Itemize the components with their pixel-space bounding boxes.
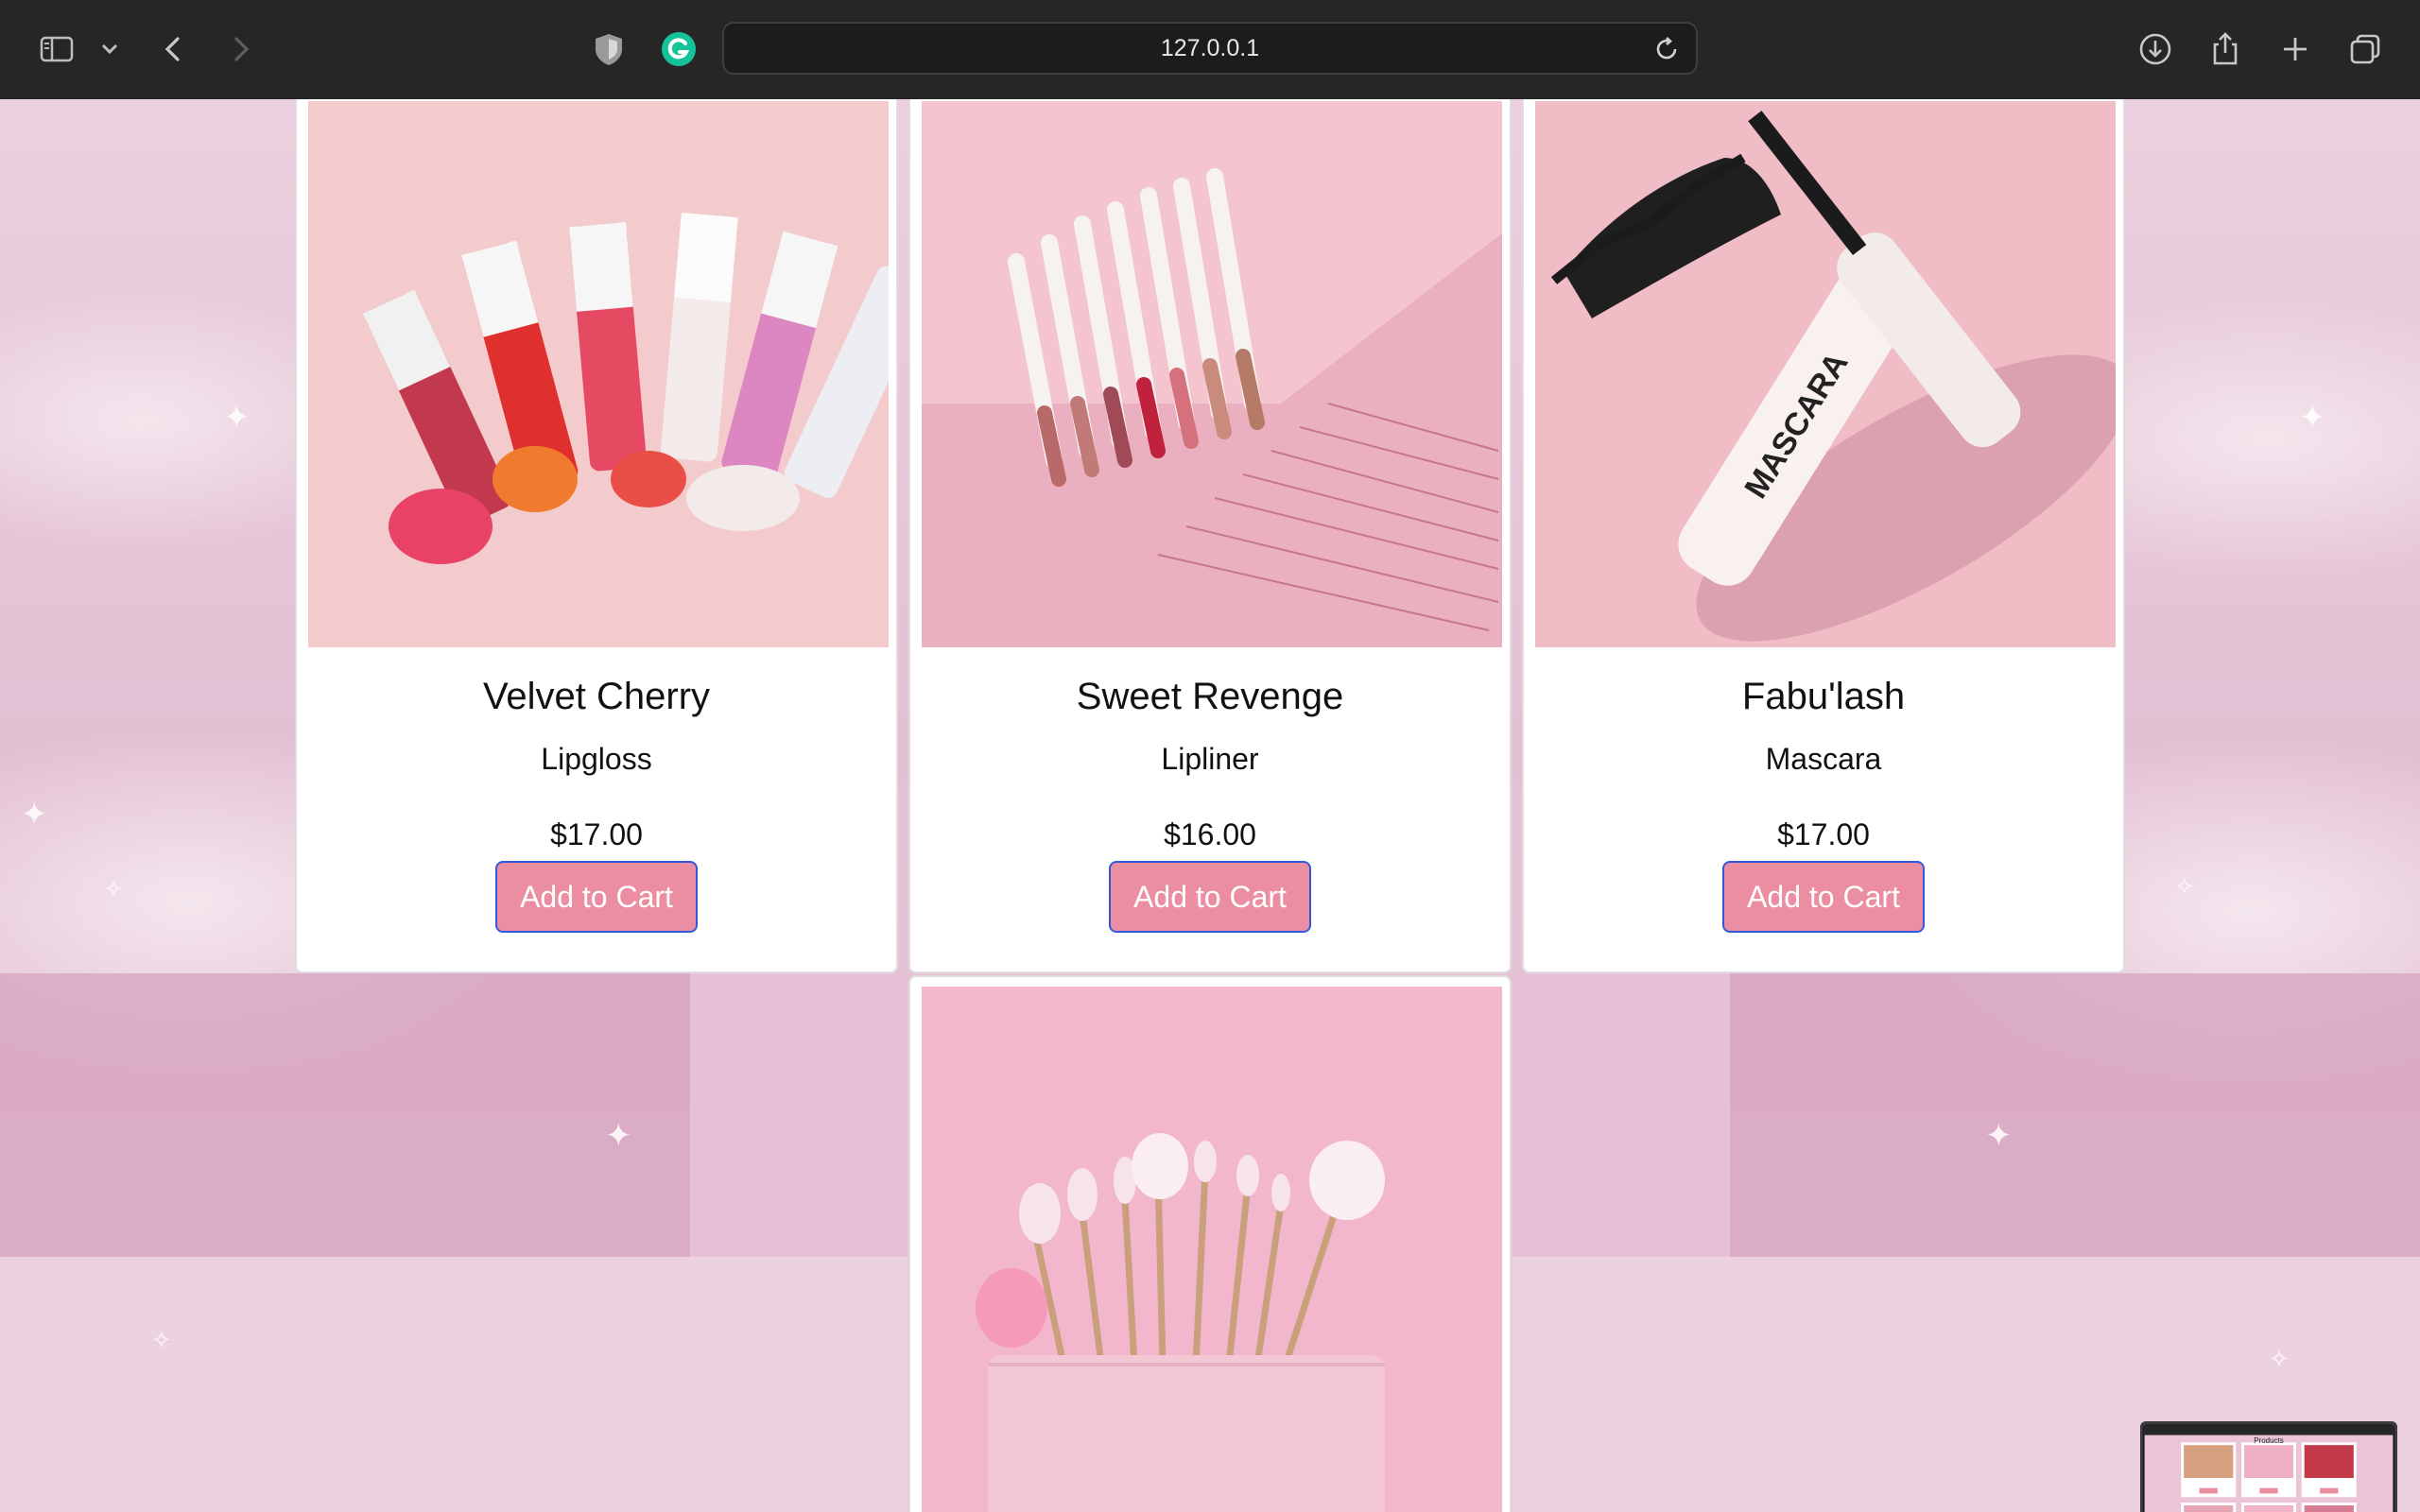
product-card xyxy=(908,975,1512,1512)
sparkle-icon: ✦ xyxy=(605,1118,632,1154)
sparkle-icon: ✦ xyxy=(2299,400,2326,436)
sparkle-icon: ✦ xyxy=(21,797,48,833)
product-card: Sweet Revenge Lipliner $16.00 Add to Car… xyxy=(908,99,1512,973)
sparkle-icon: ✧ xyxy=(2174,872,2195,901)
page-background: ✦ ✦ ✧ ✦ ✦ ✦ ✧ ✧ ✧ Velvet Cherry Lipgloss… xyxy=(0,99,2420,1512)
lipliner-pencils-photo[interactable] xyxy=(922,101,1502,647)
product-name: Velvet Cherry xyxy=(482,676,711,717)
share-icon[interactable] xyxy=(2203,26,2248,72)
sparkle-icon: ✧ xyxy=(104,877,124,902)
add-to-cart-button[interactable]: Add to Cart xyxy=(495,861,698,933)
back-arrow-icon[interactable] xyxy=(151,26,197,72)
url-text: 127.0.0.1 xyxy=(1160,34,1260,61)
sparkle-icon: ✧ xyxy=(151,1326,172,1354)
product-type: Lipliner xyxy=(1161,742,1259,776)
grammarly-icon[interactable] xyxy=(656,26,701,72)
product-price: $16.00 xyxy=(1164,817,1256,851)
add-to-cart-button[interactable]: Add to Cart xyxy=(1722,861,1925,933)
lipgloss-tubes-photo[interactable] xyxy=(308,101,889,647)
download-icon[interactable] xyxy=(2133,26,2178,72)
thumbnail-title: Products xyxy=(2254,1436,2284,1445)
plus-icon[interactable] xyxy=(2273,26,2318,72)
product-card: MASCARA Fabu'lash Mascara $17.00 Add to … xyxy=(1522,99,2125,973)
browser-toolbar: 127.0.0.1 xyxy=(0,0,2420,99)
sparkle-icon: ✧ xyxy=(2269,1345,2290,1373)
background-cloud-block xyxy=(1512,973,1730,1257)
sparkle-icon: ✦ xyxy=(223,400,251,436)
sidebar-icon[interactable] xyxy=(34,26,79,72)
chevron-down-icon[interactable] xyxy=(89,26,130,72)
address-bar[interactable]: 127.0.0.1 xyxy=(722,22,1698,75)
mascara-photo[interactable]: MASCARA xyxy=(1535,101,2116,647)
shield-icon[interactable] xyxy=(586,26,631,72)
product-type: Mascara xyxy=(1765,742,1882,776)
product-name: Fabu'lash xyxy=(1741,676,1906,717)
product-price: $17.00 xyxy=(550,817,643,851)
product-price: $17.00 xyxy=(1777,817,1870,851)
screenshot-thumbnail[interactable]: Products xyxy=(2140,1421,2397,1512)
reload-icon[interactable] xyxy=(1651,33,1683,65)
makeup-brushes-photo[interactable] xyxy=(922,987,1502,1512)
product-type: Lipgloss xyxy=(541,742,652,776)
add-to-cart-button[interactable]: Add to Cart xyxy=(1109,861,1311,933)
forward-arrow-icon[interactable] xyxy=(217,26,263,72)
sparkle-icon: ✦ xyxy=(1985,1118,2013,1154)
background-cloud-block xyxy=(0,1257,908,1512)
tab-overview-icon[interactable] xyxy=(2342,26,2388,72)
product-card: Velvet Cherry Lipgloss $17.00 Add to Car… xyxy=(295,99,898,973)
background-cloud-block xyxy=(690,973,908,1257)
product-name: Sweet Revenge xyxy=(1076,676,1344,717)
